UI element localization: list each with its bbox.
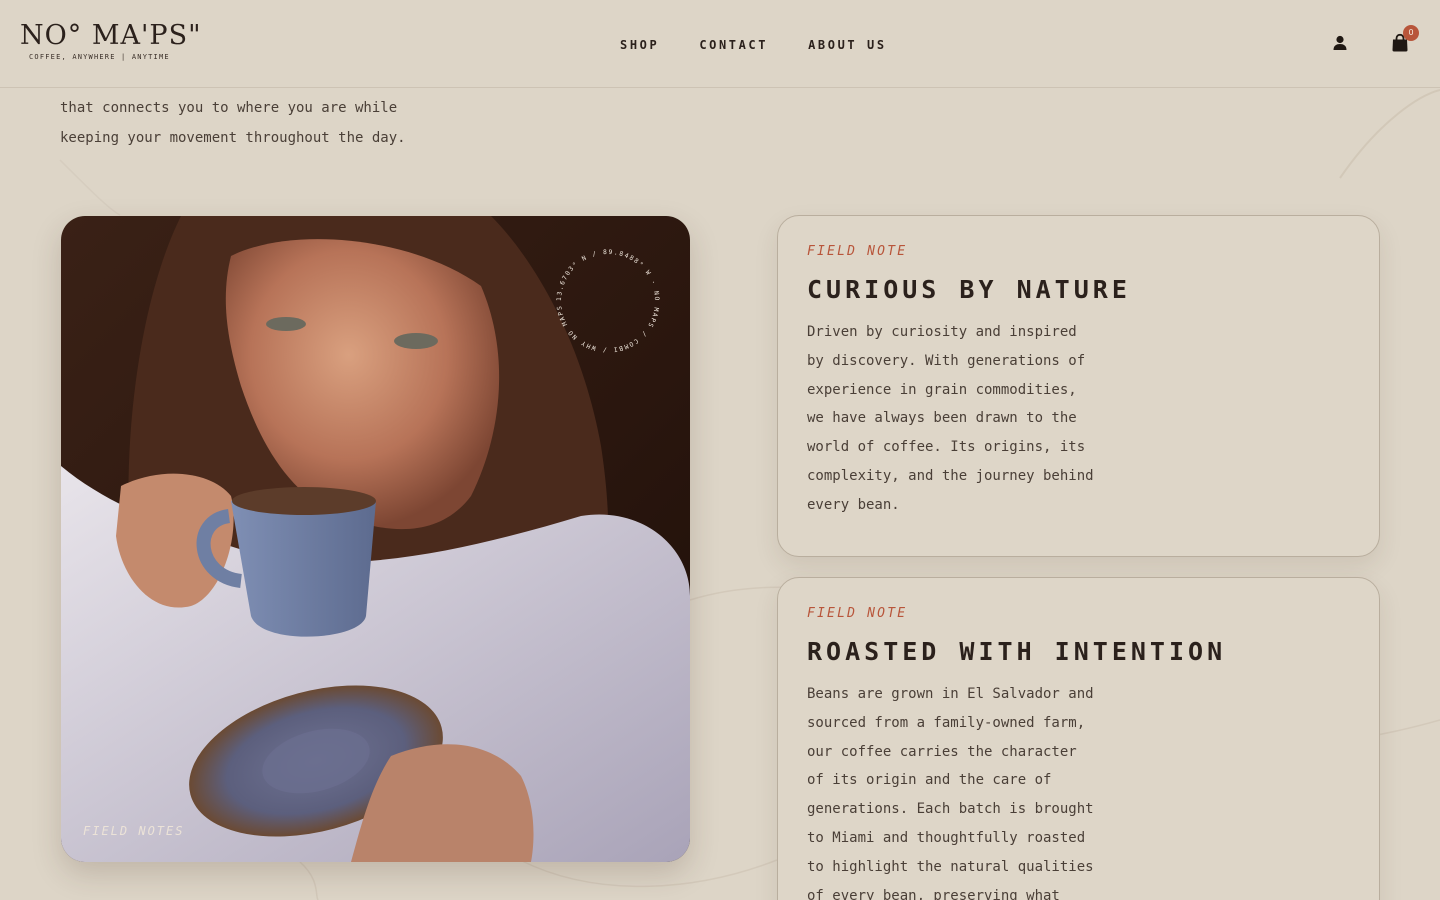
card-body-line: world of coffee. Its origins, its: [807, 439, 1086, 456]
nav-item-contact[interactable]: CONTACT: [699, 38, 768, 52]
site-header: NO° MA'PS" COFFEE, ANYWHERE | ANYTIME SH…: [0, 0, 1440, 88]
card-body-line: Driven by curiosity and inspired: [807, 324, 1077, 340]
svg-text:13.6703° N / 89.8488° W · NO M: 13.6703° N / 89.8488° W · NO MAPS / COMB…: [548, 241, 660, 353]
card-title: ROASTED WITH INTENTION: [807, 637, 1227, 666]
card-body-line: to Miami and thoughtfully roasted: [807, 829, 1086, 846]
card-body-line: by discovery. With generations of: [807, 352, 1086, 369]
card-body-line: complexity, and the journey behind: [807, 467, 1094, 484]
coordinates-stamp: 13.6703° N / 89.8488° W · NO MAPS / COMB…: [548, 241, 660, 353]
field-note-card: FIELD NOTE ROASTED WITH INTENTION Beans …: [777, 577, 1380, 900]
cart-count-badge: 0: [1403, 25, 1419, 41]
card-body-line: of every bean, preserving what: [807, 887, 1060, 900]
stamp-text: 13.6703° N / 89.8488° W · NO MAPS / COMB…: [548, 241, 659, 353]
card-kicker: FIELD NOTE: [807, 244, 908, 259]
card-body-line: our coffee carries the character: [807, 743, 1077, 760]
main-nav: SHOP CONTACT ABOUT US: [620, 38, 887, 52]
user-icon[interactable]: [1331, 34, 1349, 52]
woman-drinking-coffee-photo: 13.6703° N / 89.8488° W · NO MAPS / COMB…: [61, 216, 690, 862]
nav-item-about-us[interactable]: ABOUT US: [808, 38, 887, 52]
card-title: CURIOUS BY NATURE: [807, 275, 1131, 304]
intro-line: that connects you to where you are while: [60, 100, 398, 116]
card-body: Driven by curiosity and inspired by disc…: [807, 318, 1350, 520]
photo-caption: FIELD NOTES: [83, 824, 185, 838]
card-body: Beans are grown in El Salvador and sourc…: [807, 680, 1350, 900]
brand-name: NO° MA'PS": [20, 20, 202, 51]
brand-tagline: COFFEE, ANYWHERE | ANYTIME: [29, 53, 170, 61]
brand-logo[interactable]: NO° MA'PS" COFFEE, ANYWHERE | ANYTIME: [20, 20, 202, 62]
card-body-line: generations. Each batch is brought: [807, 801, 1094, 818]
card-body-line: to highlight the natural qualities: [807, 858, 1094, 875]
card-kicker: FIELD NOTE: [807, 606, 908, 621]
intro-text: that connects you to where you are while…: [60, 93, 520, 153]
card-body-line: Beans are grown in El Salvador and: [807, 686, 1094, 702]
card-body-line: of its origin and the care of: [807, 772, 1052, 789]
nav-item-shop[interactable]: SHOP: [620, 38, 659, 52]
card-body-line: every bean.: [807, 496, 900, 513]
card-body-line: we have always been drawn to the: [807, 410, 1077, 427]
intro-line: keeping your movement throughout the day…: [60, 130, 406, 146]
card-body-line: experience in grain commodities,: [807, 381, 1077, 398]
field-note-card: FIELD NOTE CURIOUS BY NATURE Driven by c…: [777, 215, 1380, 557]
card-body-line: sourced from a family-owned farm,: [807, 714, 1086, 731]
